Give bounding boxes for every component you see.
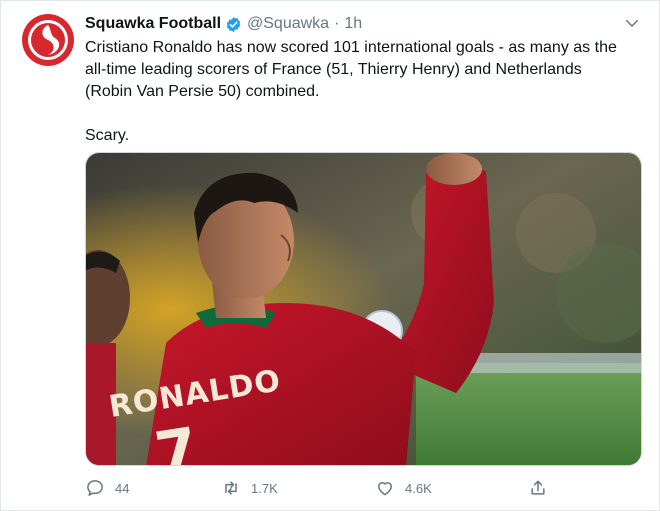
reply-icon: [87, 480, 103, 496]
retweet-button[interactable]: 1.7K: [221, 475, 278, 501]
retweet-count: 1.7K: [251, 480, 278, 496]
share-icon: [531, 480, 545, 495]
tweet-text-line: (Robin Van Persie 50) combined.: [85, 83, 320, 100]
heart-icon: [378, 482, 392, 496]
tweet-text-line: Cristiano Ronaldo has now scored 101 int…: [85, 39, 617, 56]
verified-badge-icon: [226, 16, 241, 32]
reply-button[interactable]: 44: [85, 475, 129, 501]
like-button[interactable]: 4.6K: [375, 475, 432, 501]
reply-count: 44: [115, 480, 130, 496]
tweet-text-line: all-time leading scorers of France (51, …: [85, 61, 582, 78]
ronaldo-photo: RONALDO 7: [86, 153, 641, 465]
tweet-text-line: Scary.: [85, 127, 130, 144]
chevron-down-icon[interactable]: [623, 14, 641, 32]
tweet-photo[interactable]: RONALDO 7: [85, 152, 642, 466]
tweet-card[interactable]: Squawka Football @Squawka · 1h Cristiano…: [0, 0, 660, 511]
tweet-text: Cristiano Ronaldo has now scored 101 int…: [85, 37, 645, 147]
user-handle[interactable]: @Squawka: [247, 15, 329, 33]
like-count: 4.6K: [405, 480, 432, 496]
tweet-header: Squawka Football @Squawka · 1h: [85, 14, 639, 34]
display-name[interactable]: Squawka Football: [85, 15, 221, 33]
share-button[interactable]: [528, 475, 558, 501]
squawka-logo-icon[interactable]: [21, 13, 75, 67]
separator-dot: ·: [334, 15, 340, 32]
timestamp[interactable]: 1h: [344, 15, 362, 33]
tweet-actions: 44 1.7K 4.6K: [85, 475, 585, 501]
retweet-icon: [225, 481, 237, 495]
